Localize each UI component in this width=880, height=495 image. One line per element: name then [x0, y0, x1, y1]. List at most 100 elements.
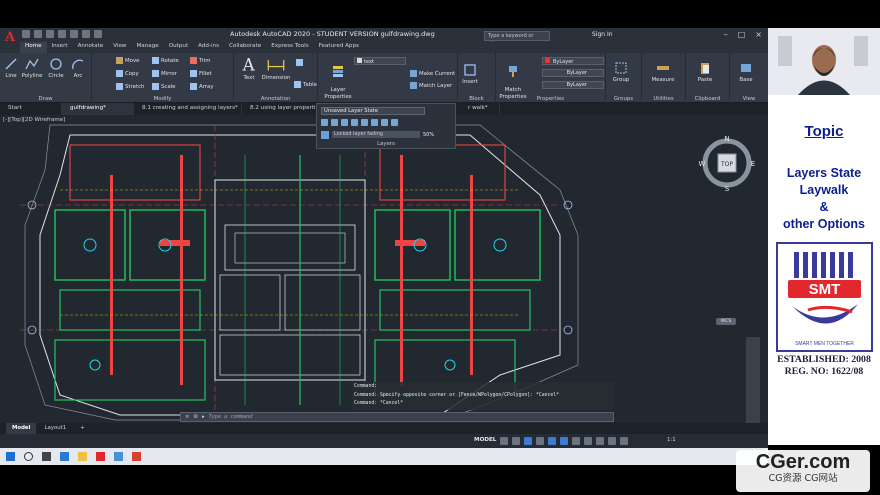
- fillet-button[interactable]: Fillet: [190, 70, 212, 77]
- block-panel-label[interactable]: Block: [458, 96, 495, 102]
- viewcube[interactable]: TOP N S E W: [698, 134, 756, 192]
- close-icon[interactable]: ×: [755, 30, 762, 39]
- paste-button[interactable]: Paste: [692, 61, 718, 83]
- maximize-icon[interactable]: □: [738, 30, 746, 39]
- add-layout-button[interactable]: +: [74, 423, 91, 434]
- chrome-icon[interactable]: [132, 452, 141, 461]
- layer-merge-icon[interactable]: [381, 119, 388, 126]
- tab-collaborate[interactable]: Collaborate: [224, 42, 266, 53]
- clipboard-panel-label[interactable]: Clipboard: [686, 96, 729, 102]
- otrack-icon[interactable]: [560, 437, 568, 445]
- customize-command-icon[interactable]: ⚙: [193, 413, 198, 421]
- annotation-scale[interactable]: 1:1: [667, 437, 676, 443]
- tab-output[interactable]: Output: [164, 42, 193, 53]
- model-space-button[interactable]: MODEL: [474, 437, 496, 443]
- lineweight-icon[interactable]: [572, 437, 580, 445]
- edge-icon[interactable]: [60, 452, 69, 461]
- locked-layer-fading-slider[interactable]: Locked layer fading: [332, 131, 420, 138]
- copy-button[interactable]: Copy: [116, 70, 139, 77]
- tab-manage[interactable]: Manage: [131, 42, 163, 53]
- modify-panel-label[interactable]: Modify: [92, 96, 233, 102]
- command-input[interactable]: Type a command: [209, 413, 253, 421]
- file-tab-layer-properties[interactable]: 8.2 using layer properties m: [242, 103, 329, 115]
- file-tab-gulfdrawing[interactable]: gulfdrawing*: [62, 103, 134, 115]
- viewport-label[interactable]: [-][Top][2D Wireframe]: [3, 117, 65, 123]
- new-icon[interactable]: [22, 30, 30, 38]
- tab-layout1[interactable]: Layout1: [38, 423, 72, 434]
- tab-home[interactable]: Home: [20, 42, 47, 53]
- layer-freeze-icon[interactable]: [341, 119, 348, 126]
- annotation-visibility-icon[interactable]: [608, 437, 616, 445]
- circle-button[interactable]: Circle: [46, 57, 66, 79]
- layer-delete-icon[interactable]: [391, 119, 398, 126]
- navigation-bar[interactable]: [746, 337, 760, 423]
- selection-cycling-icon[interactable]: [596, 437, 604, 445]
- utilities-panel-label[interactable]: Utilities: [642, 96, 685, 102]
- move-button[interactable]: Move: [116, 57, 139, 64]
- viewcube-top-face[interactable]: TOP: [720, 161, 733, 168]
- transparency-icon[interactable]: [584, 437, 592, 445]
- properties-panel-label[interactable]: Properties: [496, 96, 605, 102]
- tab-addins[interactable]: Add-ins: [193, 42, 224, 53]
- draw-panel-label[interactable]: Draw: [0, 96, 91, 102]
- base-button[interactable]: Base: [734, 61, 758, 83]
- leader-button[interactable]: [296, 59, 303, 66]
- linetype-dropdown[interactable]: ByLayer: [542, 69, 604, 77]
- trim-button[interactable]: Trim: [190, 57, 210, 64]
- close-command-icon[interactable]: ×: [185, 413, 189, 421]
- layer-walk-icon[interactable]: [371, 119, 378, 126]
- print-icon[interactable]: [70, 30, 78, 38]
- insert-button[interactable]: Insert: [460, 63, 480, 85]
- layer-properties-button[interactable]: Layer Properties: [324, 57, 352, 101]
- layers-panel-label[interactable]: Layers: [317, 141, 455, 147]
- file-tab-start[interactable]: Start: [0, 103, 62, 115]
- search-icon[interactable]: [24, 452, 33, 461]
- stretch-button[interactable]: Stretch: [116, 83, 144, 90]
- save-icon[interactable]: [46, 30, 54, 38]
- scale-button[interactable]: Scale: [152, 83, 176, 90]
- text-button[interactable]: A Text: [238, 55, 260, 81]
- tab-express-tools[interactable]: Express Tools: [266, 42, 313, 53]
- file-tab-creating-layers[interactable]: 8.1 creating and assigning layers*: [134, 103, 242, 115]
- task-view-icon[interactable]: [42, 452, 51, 461]
- tab-view[interactable]: View: [108, 42, 131, 53]
- layer-lock-icon[interactable]: [351, 119, 358, 126]
- redo-icon[interactable]: [94, 30, 102, 38]
- annotation-panel-label[interactable]: Annotation: [234, 96, 317, 102]
- open-icon[interactable]: [34, 30, 42, 38]
- snap-icon[interactable]: [512, 437, 520, 445]
- color-dropdown[interactable]: ByLayer: [542, 57, 604, 65]
- compass-south[interactable]: S: [725, 185, 730, 192]
- polyline-button[interactable]: Polyline: [20, 57, 44, 79]
- search-input[interactable]: Type a keyword or phrase: [484, 31, 550, 47]
- undo-icon[interactable]: [82, 30, 90, 38]
- drawing-canvas[interactable]: [-][Top][2D Wireframe] WCS: [0, 115, 768, 423]
- polar-icon[interactable]: [536, 437, 544, 445]
- layer-unisolate-icon[interactable]: [361, 119, 368, 126]
- autocad-taskbar-icon[interactable]: [96, 452, 105, 461]
- grid-icon[interactable]: [500, 437, 508, 445]
- compass-west[interactable]: W: [699, 160, 706, 168]
- layer-state-dropdown[interactable]: Unsaved Layer State: [321, 107, 425, 115]
- array-button[interactable]: Array: [190, 83, 214, 90]
- make-current-button[interactable]: Make Current: [410, 70, 455, 77]
- measure-button[interactable]: Measure: [646, 61, 680, 83]
- compass-north[interactable]: N: [724, 135, 729, 143]
- line-button[interactable]: Line: [2, 57, 20, 79]
- tab-model[interactable]: Model: [6, 423, 37, 434]
- layer-off-icon[interactable]: [321, 119, 328, 126]
- tab-insert[interactable]: Insert: [47, 42, 73, 53]
- match-properties-button[interactable]: Match Properties: [498, 57, 528, 101]
- layer-isolate-icon[interactable]: [331, 119, 338, 126]
- saveas-icon[interactable]: [58, 30, 66, 38]
- windows-start-icon[interactable]: [6, 452, 15, 461]
- dimension-button[interactable]: Dimension: [260, 55, 292, 81]
- sign-in-button[interactable]: Sign In: [592, 31, 613, 38]
- lock-fade-icon[interactable]: [321, 130, 329, 139]
- ortho-icon[interactable]: [524, 437, 532, 445]
- mirror-button[interactable]: Mirror: [152, 70, 177, 77]
- groups-panel-label[interactable]: Groups: [606, 96, 641, 102]
- compass-east[interactable]: E: [751, 160, 755, 168]
- table-button[interactable]: Table: [294, 81, 317, 88]
- file-explorer-icon[interactable]: [78, 452, 87, 461]
